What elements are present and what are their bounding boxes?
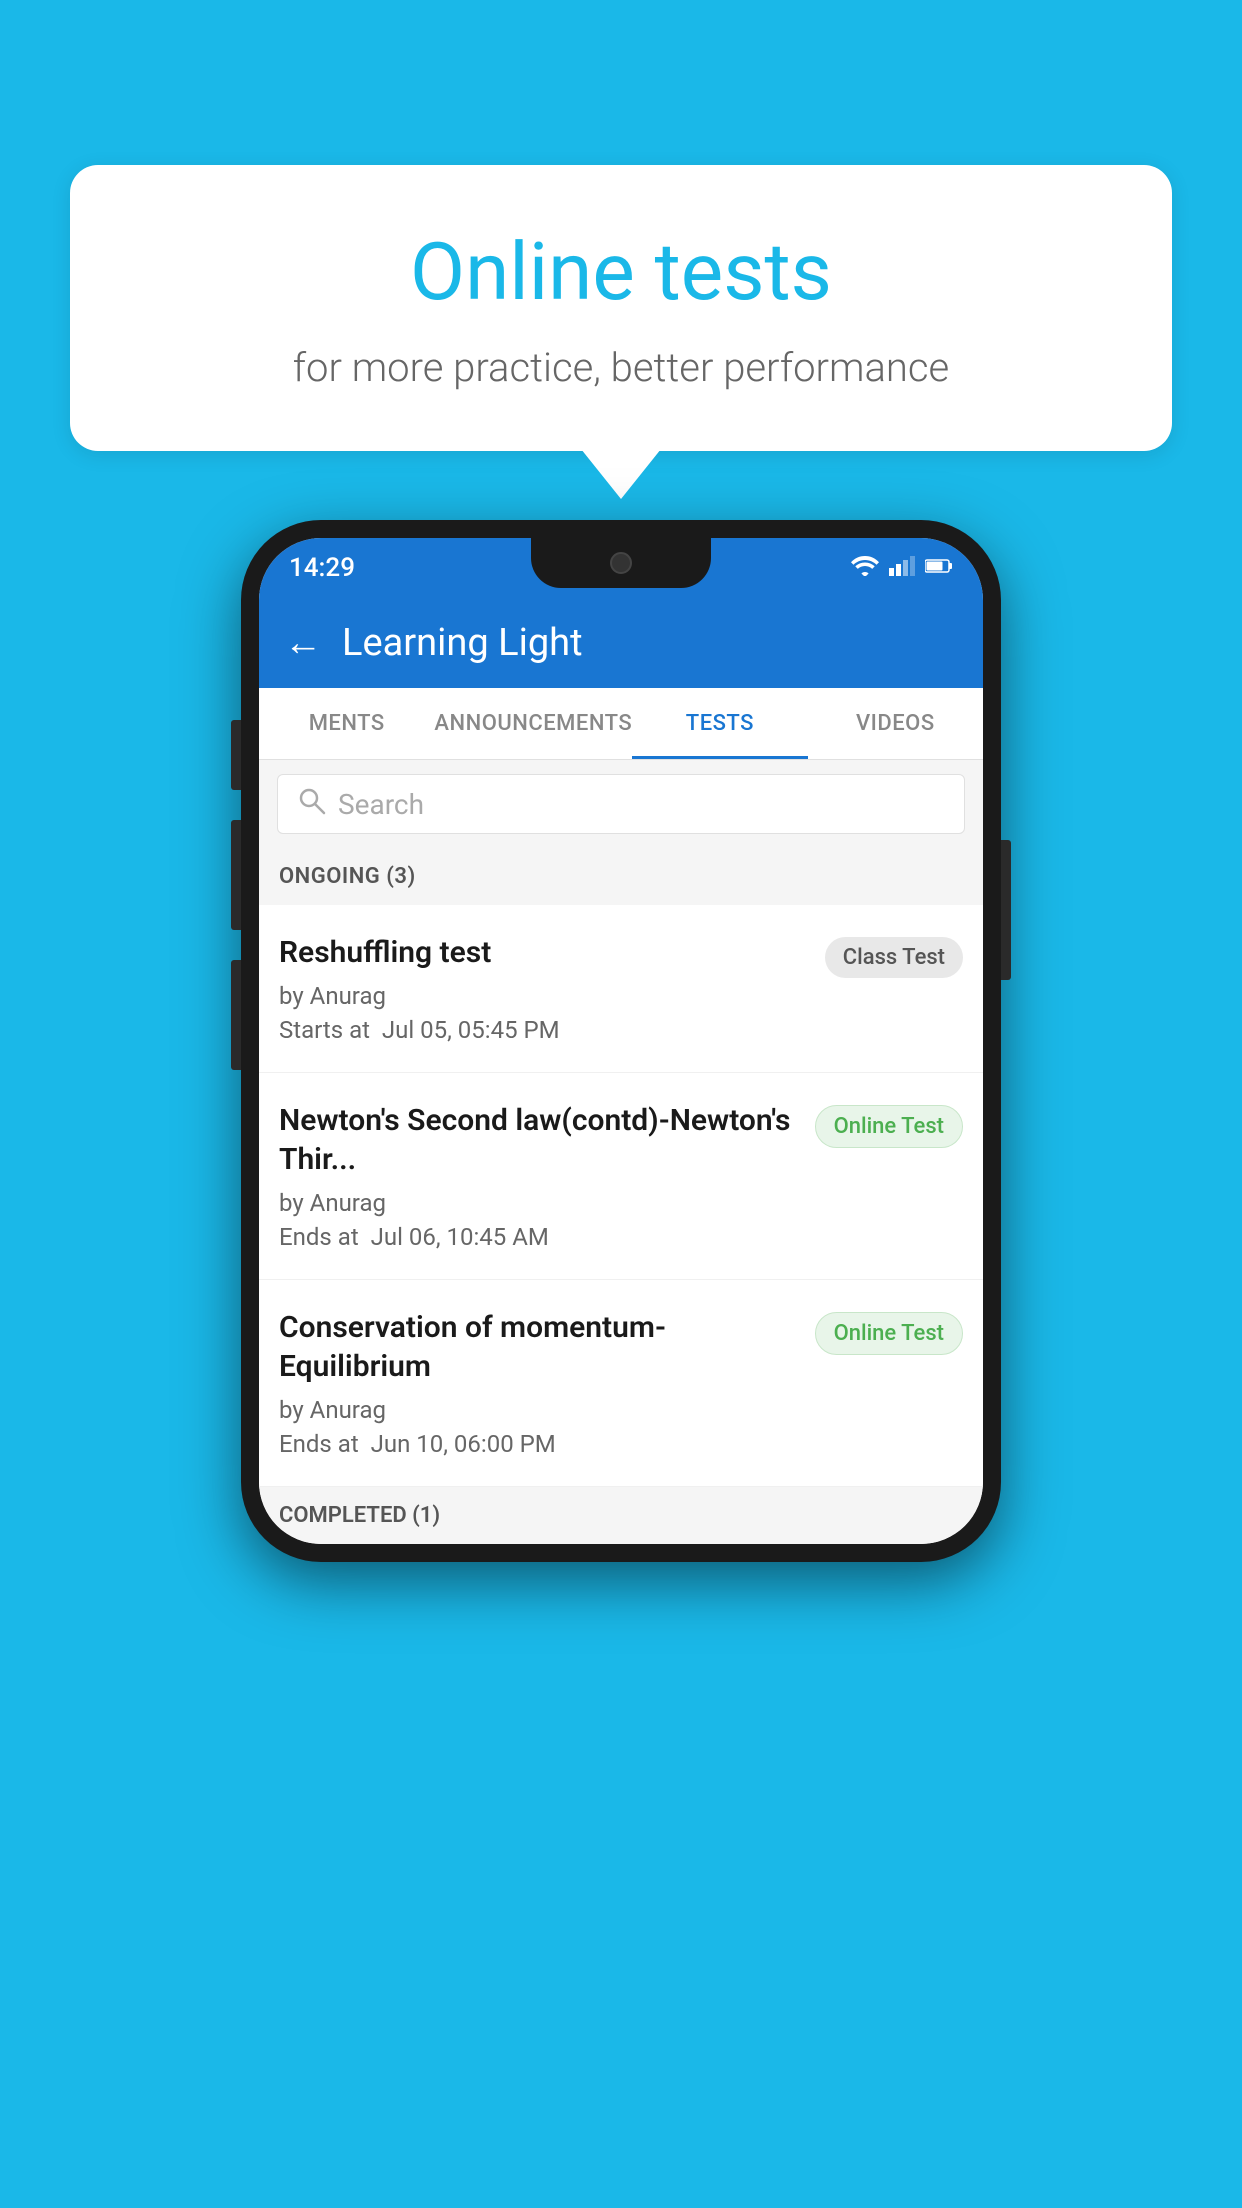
phone-button-right xyxy=(1001,840,1011,980)
tab-ments[interactable]: MENTS xyxy=(259,688,434,759)
test-info-2: Newton's Second law(contd)-Newton's Thir… xyxy=(279,1101,800,1251)
phone-button-left xyxy=(231,720,241,790)
test-author-2: by Anurag xyxy=(279,1189,800,1217)
phone-notch xyxy=(531,538,711,588)
test-date-2: Ends at Jul 06, 10:45 AM xyxy=(279,1223,800,1251)
test-item-1[interactable]: Reshuffling test by Anurag Starts at Jul… xyxy=(259,905,983,1073)
test-badge-1: Class Test xyxy=(825,937,963,978)
phone-button-left3 xyxy=(231,960,241,1070)
test-info-1: Reshuffling test by Anurag Starts at Jul… xyxy=(279,933,810,1044)
tab-videos[interactable]: VIDEOS xyxy=(808,688,983,759)
tabs-bar: MENTS ANNOUNCEMENTS TESTS VIDEOS xyxy=(259,688,983,760)
test-badge-2: Online Test xyxy=(815,1105,963,1148)
battery-icon xyxy=(925,558,953,578)
status-time: 14:29 xyxy=(289,553,355,583)
test-title-3: Conservation of momentum-Equilibrium xyxy=(279,1308,800,1386)
signal-icon xyxy=(889,556,915,580)
tab-announcements[interactable]: ANNOUNCEMENTS xyxy=(434,688,632,759)
test-list: Reshuffling test by Anurag Starts at Jul… xyxy=(259,905,983,1487)
back-button[interactable]: ← xyxy=(284,621,322,665)
camera-dot xyxy=(610,552,632,574)
test-author-1: by Anurag xyxy=(279,982,810,1010)
test-title-1: Reshuffling test xyxy=(279,933,810,972)
ongoing-section-header: ONGOING (3) xyxy=(259,848,983,905)
phone-outer: 14:29 xyxy=(241,520,1001,1562)
tab-tests[interactable]: TESTS xyxy=(632,688,807,759)
phone-wrapper: 14:29 xyxy=(241,520,1001,1562)
app-bar: ← Learning Light xyxy=(259,598,983,688)
search-icon xyxy=(298,787,326,822)
status-icons xyxy=(851,556,953,580)
search-placeholder: Search xyxy=(338,788,424,821)
test-badge-3: Online Test xyxy=(815,1312,963,1355)
completed-section-header: COMPLETED (1) xyxy=(259,1487,983,1544)
app-bar-title: Learning Light xyxy=(342,621,583,665)
test-info-3: Conservation of momentum-Equilibrium by … xyxy=(279,1308,800,1458)
test-item-3[interactable]: Conservation of momentum-Equilibrium by … xyxy=(259,1280,983,1487)
speech-bubble: Online tests for more practice, better p… xyxy=(70,165,1172,451)
test-author-3: by Anurag xyxy=(279,1396,800,1424)
phone-screen: 14:29 xyxy=(259,538,983,1544)
bubble-subtitle: for more practice, better performance xyxy=(120,344,1122,391)
test-item-2[interactable]: Newton's Second law(contd)-Newton's Thir… xyxy=(259,1073,983,1280)
bubble-title: Online tests xyxy=(120,225,1122,319)
test-date-3: Ends at Jun 10, 06:00 PM xyxy=(279,1430,800,1458)
phone-button-left2 xyxy=(231,820,241,930)
test-title-2: Newton's Second law(contd)-Newton's Thir… xyxy=(279,1101,800,1179)
test-date-1: Starts at Jul 05, 05:45 PM xyxy=(279,1016,810,1044)
search-bar[interactable]: Search xyxy=(277,774,965,834)
search-container: Search xyxy=(259,760,983,848)
wifi-icon xyxy=(851,556,879,580)
